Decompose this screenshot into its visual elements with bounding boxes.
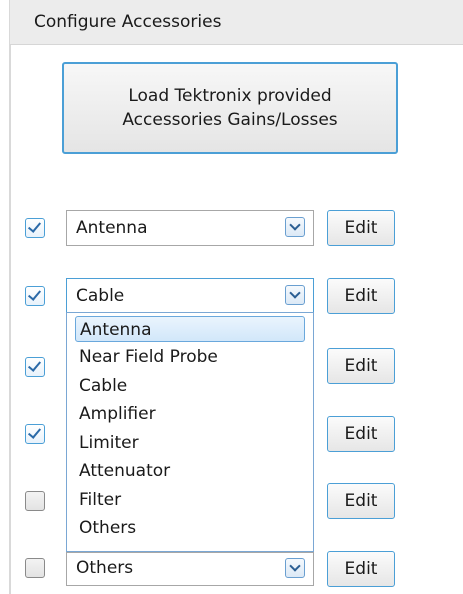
accessory-4-checkbox[interactable] — [25, 424, 45, 444]
dropdown-option-cable[interactable]: Cable — [75, 373, 305, 399]
panel-header: Configure Accessories — [10, 0, 463, 45]
accessory-2-select[interactable]: Cable — [66, 278, 314, 314]
chevron-down-icon[interactable] — [285, 285, 305, 305]
accessory-1-value: Antenna — [76, 218, 148, 238]
accessory-type-dropdown-list: Antenna Near Field Probe Cable Amplifier… — [66, 312, 314, 552]
load-button-line1: Load Tektronix provided — [128, 86, 332, 106]
accessory-2-value: Cable — [76, 286, 125, 306]
accessory-6-checkbox[interactable] — [25, 558, 45, 578]
dropdown-option-near-field-probe[interactable]: Near Field Probe — [75, 344, 305, 370]
accessory-1-checkbox[interactable] — [25, 218, 45, 238]
accessory-1-edit-button[interactable]: Edit — [327, 210, 395, 246]
accessory-5-checkbox[interactable] — [25, 491, 45, 511]
dropdown-option-attenuator[interactable]: Attenuator — [75, 458, 305, 484]
accessory-1-select[interactable]: Antenna — [66, 210, 314, 246]
accessory-2-edit-button[interactable]: Edit — [327, 278, 395, 314]
accessory-2-checkbox[interactable] — [25, 286, 45, 306]
chevron-down-icon[interactable] — [285, 217, 305, 237]
accessory-5-edit-button[interactable]: Edit — [327, 483, 395, 519]
dropdown-option-others[interactable]: Others — [75, 515, 305, 541]
accessory-4-edit-button[interactable]: Edit — [327, 416, 395, 452]
chevron-down-icon[interactable] — [285, 558, 305, 578]
accessory-6-value: Others — [76, 558, 134, 578]
accessory-3-edit-button[interactable]: Edit — [327, 348, 395, 384]
dropdown-option-limiter[interactable]: Limiter — [75, 430, 305, 456]
load-tektronix-accessories-button[interactable]: Load Tektronix provided Accessories Gain… — [62, 62, 398, 154]
dropdown-option-amplifier[interactable]: Amplifier — [75, 401, 305, 427]
dropdown-option-antenna[interactable]: Antenna — [75, 316, 305, 342]
accessory-6-edit-button[interactable]: Edit — [327, 551, 395, 587]
dropdown-option-filter[interactable]: Filter — [75, 487, 305, 513]
load-button-line2: Accessories Gains/Losses — [122, 110, 338, 130]
configure-accessories-panel: Configure Accessories Load Tektronix pro… — [0, 0, 463, 594]
panel-left-border — [9, 0, 11, 594]
accessory-3-checkbox[interactable] — [25, 357, 45, 377]
panel-title: Configure Accessories — [34, 12, 222, 32]
accessory-6-select[interactable]: Others — [66, 552, 314, 586]
